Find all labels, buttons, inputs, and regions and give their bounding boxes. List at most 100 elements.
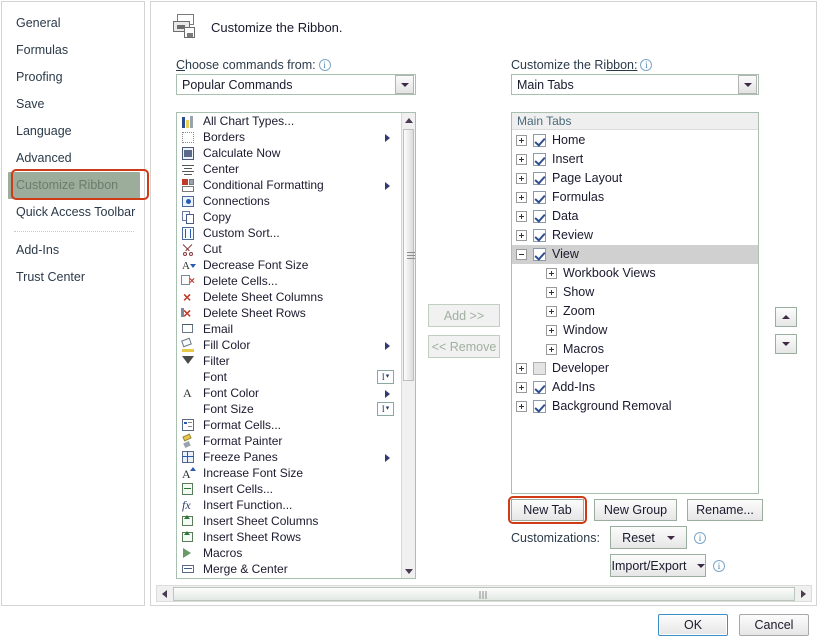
sidebar-item-quick-access-toolbar[interactable]: Quick Access Toolbar (2, 199, 144, 226)
info-icon[interactable]: i (713, 560, 725, 572)
import-export-button[interactable]: Import/Export (610, 554, 706, 577)
command-list-item[interactable]: Freeze Panes (177, 449, 401, 465)
scrollbar-thumb[interactable] (403, 129, 415, 381)
command-list-item[interactable]: A Decrease Font Size (177, 257, 401, 273)
command-list-item[interactable]: All Chart Types... (177, 113, 401, 129)
expand-icon[interactable] (516, 230, 527, 241)
tree-item-formulas[interactable]: Formulas (512, 188, 758, 207)
tree-item-developer[interactable]: Developer (512, 359, 758, 378)
tab-checkbox[interactable] (533, 400, 546, 413)
expand-icon[interactable] (516, 401, 527, 412)
tab-checkbox[interactable] (533, 134, 546, 147)
command-list-item[interactable]: × Delete Sheet Columns (177, 289, 401, 305)
expand-icon[interactable] (546, 325, 557, 336)
collapse-icon[interactable] (516, 249, 527, 260)
tab-checkbox[interactable] (533, 229, 546, 242)
command-list-item[interactable]: A Font Color (177, 385, 401, 401)
command-list-item[interactable]: Connections (177, 193, 401, 209)
info-icon[interactable]: i (694, 532, 706, 544)
tree-item-review[interactable]: Review (512, 226, 758, 245)
expand-icon[interactable] (516, 382, 527, 393)
command-list-item[interactable]: Font I ▾ (177, 369, 401, 385)
expand-icon[interactable] (546, 268, 557, 279)
tree-item-show[interactable]: Show (512, 283, 758, 302)
cancel-button[interactable]: Cancel (739, 614, 809, 636)
tree-item-zoom[interactable]: Zoom (512, 302, 758, 321)
customize-ribbon-dropdown[interactable]: Main Tabs (511, 74, 759, 95)
scroll-down-button[interactable] (402, 564, 415, 578)
expand-icon[interactable] (516, 173, 527, 184)
tree-item-view[interactable]: View (512, 245, 758, 264)
command-list-item[interactable]: Custom Sort... (177, 225, 401, 241)
command-list-item[interactable]: Center (177, 161, 401, 177)
main-tabs-tree[interactable]: Main Tabs Home Insert Page Layout Formulas D… (511, 112, 759, 494)
tree-item-add-ins[interactable]: Add-Ins (512, 378, 758, 397)
command-list-item[interactable]: × Delete Cells... (177, 273, 401, 289)
scroll-up-button[interactable] (402, 113, 415, 127)
info-icon[interactable]: i (640, 59, 653, 71)
horizontal-scrollbar-thumb[interactable] (173, 586, 795, 601)
tab-checkbox[interactable] (533, 381, 546, 394)
chevron-down-icon[interactable] (738, 75, 757, 94)
command-list-item[interactable]: Conditional Formatting (177, 177, 401, 193)
tree-item-page-layout[interactable]: Page Layout (512, 169, 758, 188)
command-list-item[interactable]: Font Size I ▾ (177, 401, 401, 417)
tab-checkbox[interactable] (533, 153, 546, 166)
commands-scrollbar[interactable] (401, 113, 415, 578)
expand-icon[interactable] (516, 154, 527, 165)
command-list-item[interactable]: fx Insert Function... (177, 497, 401, 513)
info-icon[interactable]: i (318, 59, 331, 71)
tree-item-home[interactable]: Home (512, 131, 758, 150)
tab-checkbox[interactable] (533, 191, 546, 204)
expand-icon[interactable] (516, 192, 527, 203)
command-list-item[interactable]: Insert Sheet Columns (177, 513, 401, 529)
new-tab-button[interactable]: New Tab (511, 499, 584, 521)
tab-checkbox[interactable] (533, 248, 546, 261)
command-list-item[interactable]: Fill Color (177, 337, 401, 353)
chevron-down-icon[interactable] (395, 75, 414, 94)
command-list-item[interactable]: A Increase Font Size (177, 465, 401, 481)
ok-button[interactable]: OK (658, 614, 728, 636)
tab-checkbox[interactable] (533, 362, 546, 375)
tree-item-insert[interactable]: Insert (512, 150, 758, 169)
rename-button[interactable]: Rename... (687, 499, 763, 521)
command-list-item[interactable]: Calculate Now (177, 145, 401, 161)
sidebar-item-language[interactable]: Language (2, 118, 144, 145)
sidebar-item-save[interactable]: Save (2, 91, 144, 118)
scroll-left-button[interactable] (157, 586, 172, 601)
commands-listbox[interactable]: All Chart Types... Borders Calculate Now Ce… (176, 112, 416, 579)
expand-icon[interactable] (546, 344, 557, 355)
tree-item-data[interactable]: Data (512, 207, 758, 226)
sidebar-item-advanced[interactable]: Advanced (2, 145, 144, 172)
remove-button[interactable]: << Remove (428, 335, 500, 358)
sidebar-item-proofing[interactable]: Proofing (2, 64, 144, 91)
expand-icon[interactable] (516, 211, 527, 222)
tab-checkbox[interactable] (533, 172, 546, 185)
command-list-item[interactable]: Format Cells... (177, 417, 401, 433)
command-list-item[interactable]: Cut (177, 241, 401, 257)
command-list-item[interactable]: Borders (177, 129, 401, 145)
expand-icon[interactable] (546, 287, 557, 298)
scroll-right-button[interactable] (796, 586, 811, 601)
sidebar-item-general[interactable]: General (2, 10, 144, 37)
tree-item-window[interactable]: Window (512, 321, 758, 340)
command-list-item[interactable]: Email (177, 321, 401, 337)
expand-icon[interactable] (546, 306, 557, 317)
sidebar-item-add-ins[interactable]: Add-Ins (2, 237, 144, 264)
command-list-item[interactable]: Insert Cells... (177, 481, 401, 497)
tab-checkbox[interactable] (533, 210, 546, 223)
command-list-item[interactable]: Format Painter (177, 433, 401, 449)
sidebar-item-customize-ribbon[interactable]: Customize Ribbon (8, 169, 149, 200)
tree-item-background-removal[interactable]: Background Removal (512, 397, 758, 416)
tree-item-macros[interactable]: Macros (512, 340, 758, 359)
command-list-item[interactable]: Merge & Center (177, 561, 401, 577)
reset-button[interactable]: Reset (610, 526, 687, 549)
sidebar-item-formulas[interactable]: Formulas (2, 37, 144, 64)
command-list-item[interactable]: Insert Sheet Rows (177, 529, 401, 545)
horizontal-scrollbar[interactable] (156, 585, 812, 602)
add-button[interactable]: Add >> (428, 304, 500, 327)
command-list-item[interactable]: × Delete Sheet Rows (177, 305, 401, 321)
move-down-button[interactable] (775, 334, 797, 354)
choose-commands-dropdown[interactable]: Popular Commands (176, 74, 416, 95)
expand-icon[interactable] (516, 363, 527, 374)
